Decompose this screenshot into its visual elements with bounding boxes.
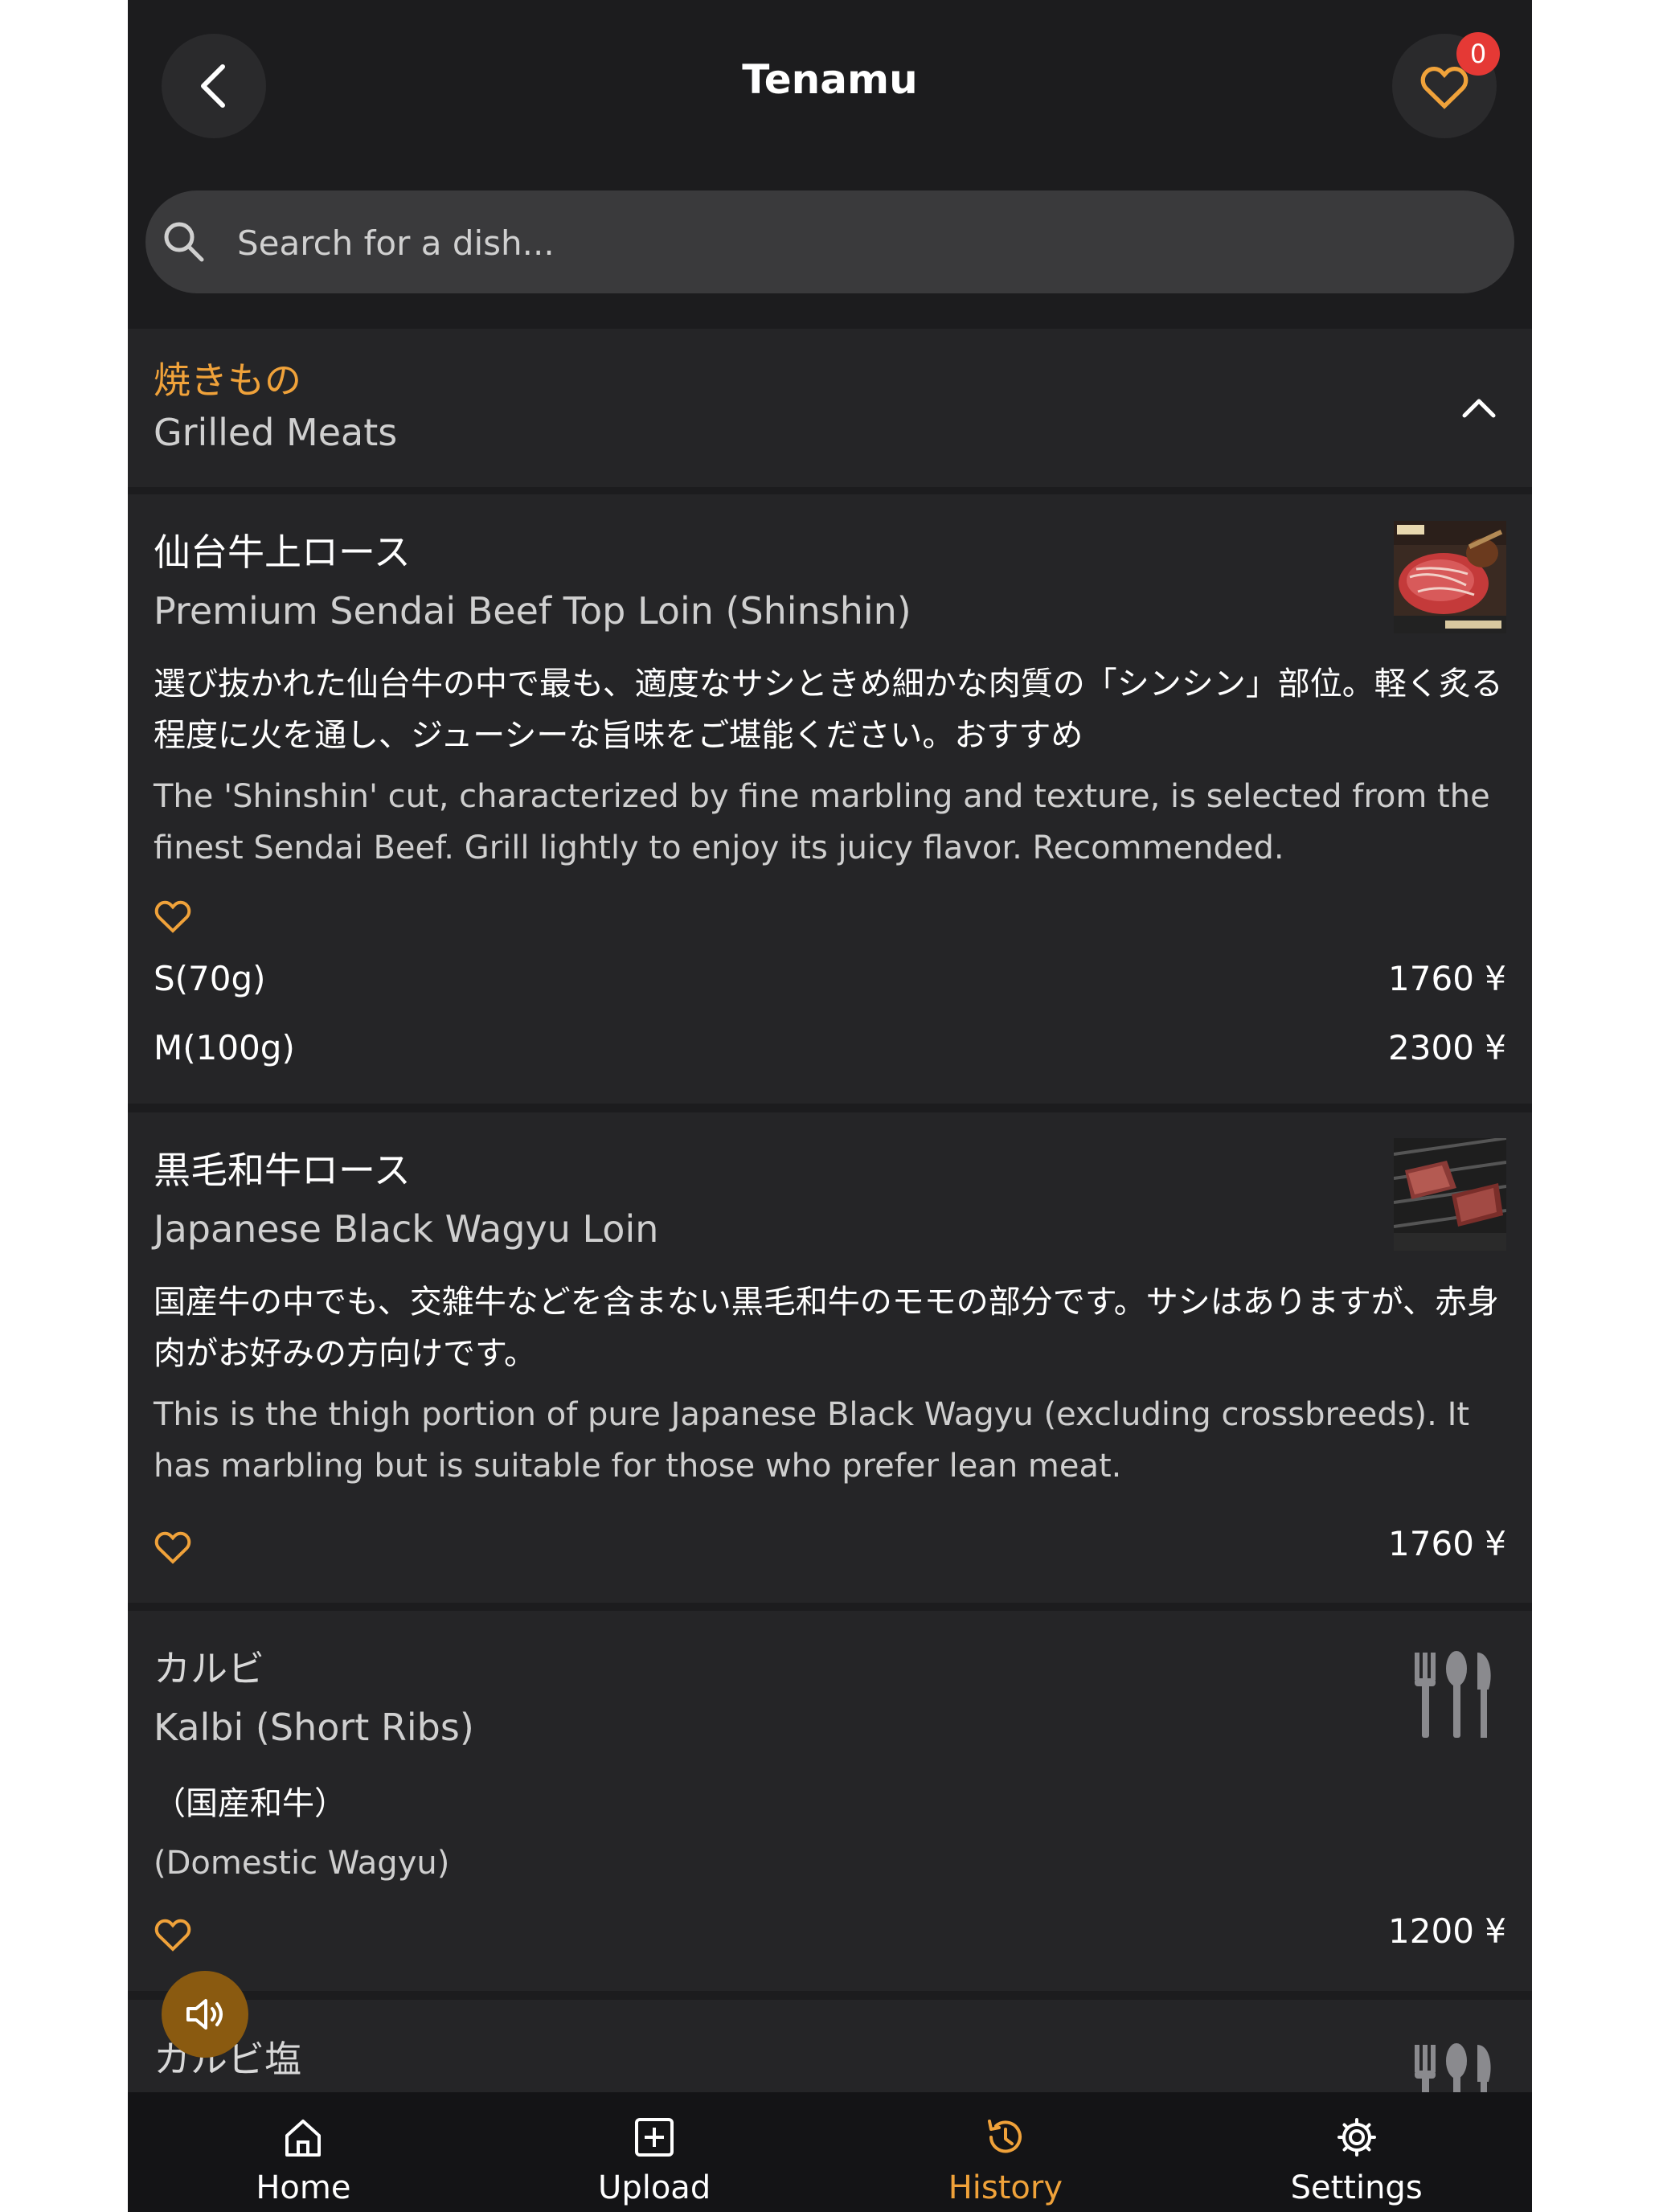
page-title: Tenamu: [742, 56, 918, 103]
app-screen: Tenamu 0 焼きもの Grilled Meats 仙台牛上ロース Prem…: [128, 0, 1532, 2212]
upload-icon: [635, 2118, 674, 2157]
utensils-icon: [1415, 1651, 1491, 1738]
search-bar[interactable]: [145, 190, 1514, 295]
category-name-jp: 焼きもの: [154, 358, 301, 402]
chevron-up-icon[interactable]: [1460, 391, 1498, 424]
item-name-en: Premium Sendai Beef Top Loin (Shinshin): [154, 589, 911, 633]
nav-settings[interactable]: Settings: [1181, 2092, 1532, 2212]
size-label: S(70g): [154, 959, 266, 998]
nav-home-label: Home: [256, 2169, 351, 2206]
history-icon: [987, 2120, 1022, 2153]
item-description-en: The 'Shinshin' cut, characterized by fin…: [154, 778, 1490, 866]
item-name-jp: 黒毛和牛ロース: [154, 1149, 411, 1192]
category-name-en: Grilled Meats: [154, 411, 398, 454]
price: 1760 ¥: [1388, 1524, 1506, 1563]
heart-icon: [1420, 66, 1469, 109]
menu-item-card[interactable]: 黒毛和牛ロース Japanese Black Wagyu Loin 国産牛の中で…: [128, 1112, 1532, 1603]
menu-item-card[interactable]: 仙台牛上ロース Premium Sendai Beef Top Loin (Sh…: [128, 494, 1532, 1104]
heart-icon[interactable]: [154, 898, 192, 933]
item-name-jp: カルビ: [154, 1647, 264, 1690]
bottom-nav: Home Upload History Settings: [128, 2092, 1532, 2212]
search-icon: [164, 222, 204, 262]
heart-icon[interactable]: [154, 1529, 192, 1564]
nav-home[interactable]: Home: [128, 2092, 479, 2212]
search-input[interactable]: [236, 190, 1493, 295]
header: Tenamu 0: [128, 0, 1532, 173]
item-name-en: Kalbi (Short Ribs): [154, 1706, 474, 1749]
category-header[interactable]: 焼きもの Grilled Meats: [128, 329, 1532, 487]
home-icon: [285, 2120, 322, 2157]
favorites-button[interactable]: 0: [1392, 32, 1500, 138]
item-description-en: (Domestic Wagyu): [154, 1845, 450, 1882]
item-description-jp: （国産和牛）: [154, 1785, 346, 1822]
audio-button[interactable]: [162, 1971, 248, 2058]
menu-item-card[interactable]: カルビ Kalbi (Short Ribs) （国産和牛） (Domestic …: [128, 1611, 1532, 1991]
settings-icon: [1337, 2118, 1376, 2157]
nav-settings-label: Settings: [1290, 2169, 1423, 2206]
size-label: M(100g): [154, 1028, 295, 1067]
nav-history-label: History: [948, 2169, 1063, 2206]
item-name-jp: 仙台牛上ロース: [154, 530, 411, 574]
nav-upload-label: Upload: [598, 2169, 711, 2206]
item-description-jp: 選び抜かれた仙台牛の中で最も、適度なサシときめ細かな肉質の「シンシン」部位。軽く…: [154, 666, 1503, 754]
item-description-jp: 国産牛の中でも、交雑牛などを含まない黒毛和牛のモモの部分です。サシはありますが、…: [154, 1284, 1499, 1372]
favorites-count-badge: 0: [1456, 32, 1500, 76]
item-photo-sendai-beef[interactable]: [1394, 521, 1506, 633]
speaker-icon: [186, 1999, 223, 2030]
item-photo-wagyu[interactable]: [1394, 1138, 1506, 1251]
price: 2300 ¥: [1388, 1028, 1506, 1067]
price: 1760 ¥: [1388, 959, 1506, 998]
item-name-en: Japanese Black Wagyu Loin: [154, 1207, 659, 1251]
nav-history[interactable]: History: [830, 2092, 1182, 2212]
heart-icon[interactable]: [154, 1916, 192, 1952]
item-description-en: This is the thigh portion of pure Japane…: [154, 1396, 1470, 1485]
price: 1200 ¥: [1388, 1911, 1506, 1951]
nav-upload[interactable]: Upload: [479, 2092, 830, 2212]
